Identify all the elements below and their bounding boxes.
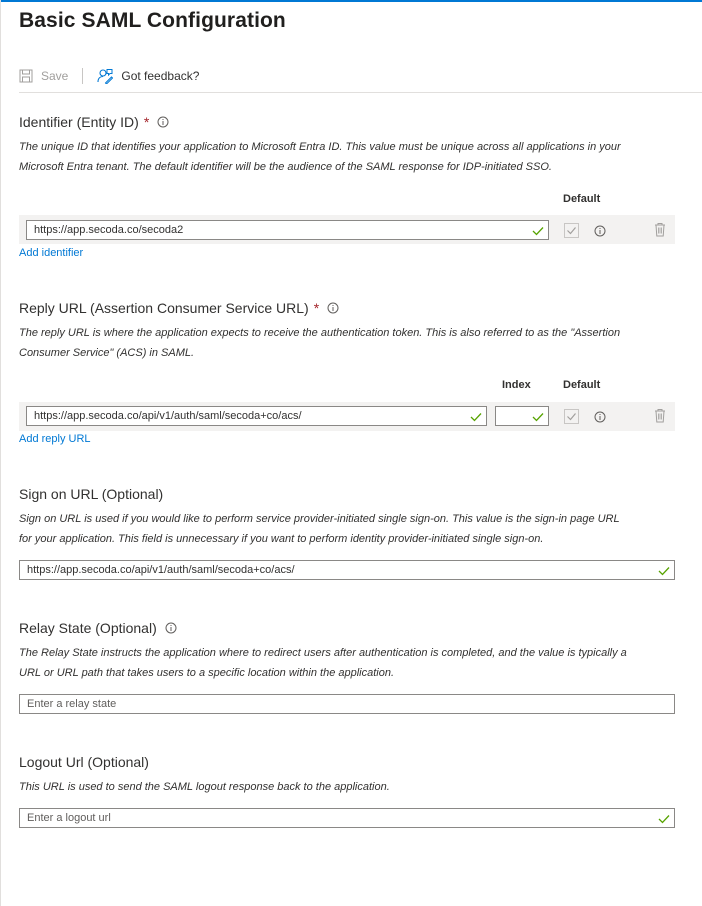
reply-url-title: Reply URL (Assertion Consumer Service UR… bbox=[19, 300, 309, 316]
reply-url-section-title: Reply URL (Assertion Consumer Service UR… bbox=[19, 300, 339, 316]
save-button[interactable]: Save bbox=[19, 69, 68, 83]
info-icon[interactable] bbox=[594, 224, 606, 242]
required-mark: * bbox=[143, 114, 150, 130]
logout-url-description: This URL is used to send the SAML logout… bbox=[19, 781, 390, 793]
info-icon[interactable] bbox=[327, 302, 339, 314]
valid-check-icon bbox=[658, 812, 670, 830]
toolbar-separator bbox=[82, 68, 84, 84]
feedback-label: Got feedback? bbox=[121, 69, 200, 83]
relay-state-description: The Relay State instructs the applicatio… bbox=[19, 647, 627, 679]
default-column-header: Default bbox=[563, 193, 601, 205]
default-checkbox[interactable] bbox=[564, 223, 579, 238]
relay-state-section-title: Relay State (Optional) bbox=[19, 620, 177, 636]
reply-url-description: The reply URL is where the application e… bbox=[19, 327, 621, 359]
relay-state-input[interactable]: Enter a relay state bbox=[19, 694, 675, 714]
valid-check-icon bbox=[532, 410, 544, 428]
add-reply-url-link[interactable]: Add reply URL bbox=[19, 433, 91, 445]
identifier-input[interactable]: https://app.secoda.co/secoda2 bbox=[26, 220, 549, 240]
identifier-description: The unique ID that identifies your appli… bbox=[19, 141, 621, 173]
top-accent-bar bbox=[0, 0, 702, 2]
info-icon[interactable] bbox=[165, 622, 177, 634]
valid-check-icon bbox=[532, 224, 544, 242]
delete-icon[interactable] bbox=[654, 408, 666, 428]
identifier-section-title: Identifier (Entity ID) * bbox=[19, 114, 169, 130]
identifier-title: Identifier (Entity ID) bbox=[19, 114, 139, 130]
save-icon bbox=[19, 69, 33, 83]
sign-on-url-input[interactable]: https://app.secoda.co/api/v1/auth/saml/s… bbox=[19, 560, 675, 580]
add-identifier-link[interactable]: Add identifier bbox=[19, 247, 83, 259]
valid-check-icon bbox=[658, 564, 670, 582]
feedback-button[interactable]: Got feedback? bbox=[97, 68, 199, 84]
save-label: Save bbox=[41, 69, 69, 83]
info-icon[interactable] bbox=[157, 116, 169, 128]
toolbar: Save Got feedback? bbox=[19, 64, 199, 88]
logout-url-section-title: Logout Url (Optional) bbox=[19, 754, 149, 770]
valid-check-icon bbox=[470, 410, 482, 428]
sign-on-url-section-title: Sign on URL (Optional) bbox=[19, 486, 163, 502]
sign-on-url-description: Sign on URL is used if you would like to… bbox=[19, 513, 620, 545]
relay-state-title: Relay State (Optional) bbox=[19, 620, 157, 636]
default-checkbox[interactable] bbox=[564, 409, 579, 424]
toolbar-divider bbox=[19, 92, 702, 93]
logout-url-input[interactable]: Enter a logout url bbox=[19, 808, 675, 828]
feedback-icon bbox=[97, 68, 114, 84]
index-column-header: Index bbox=[502, 379, 531, 391]
info-icon[interactable] bbox=[594, 410, 606, 428]
reply-url-input[interactable]: https://app.secoda.co/api/v1/auth/saml/s… bbox=[26, 406, 487, 426]
left-border bbox=[0, 0, 1, 906]
logout-url-title: Logout Url (Optional) bbox=[19, 754, 149, 770]
default-column-header: Default bbox=[563, 379, 601, 391]
reply-url-index-input[interactable] bbox=[495, 406, 549, 426]
delete-icon[interactable] bbox=[654, 222, 666, 242]
page-title: Basic SAML Configuration bbox=[19, 9, 286, 32]
required-mark: * bbox=[313, 300, 320, 316]
sign-on-url-title: Sign on URL (Optional) bbox=[19, 486, 164, 502]
